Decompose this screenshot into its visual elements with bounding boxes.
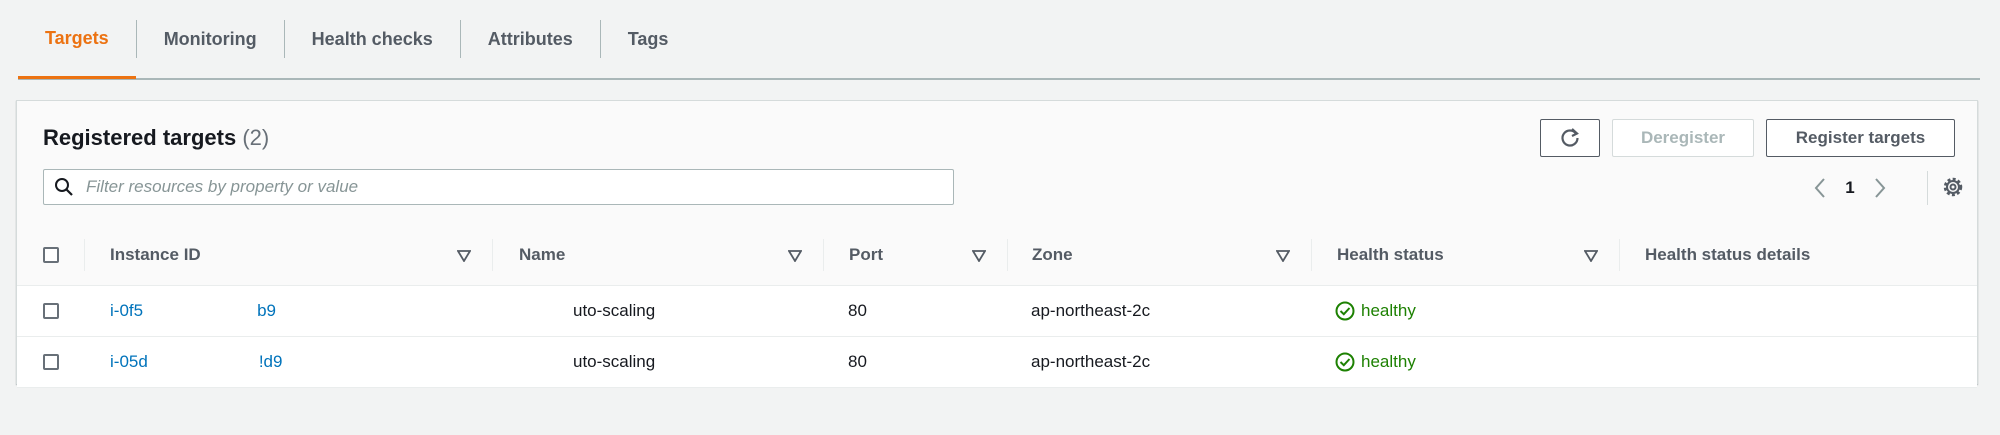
instance-id-start[interactable]: i-0f5 bbox=[110, 301, 143, 321]
check-circle-icon bbox=[1335, 352, 1355, 372]
column-label: Name bbox=[519, 245, 566, 264]
filter-input[interactable] bbox=[84, 176, 938, 198]
deregister-button[interactable]: Deregister bbox=[1612, 119, 1754, 157]
instance-id-start[interactable]: i-05d bbox=[110, 352, 148, 372]
health-status-text: healthy bbox=[1361, 301, 1416, 320]
health-status-text: healthy bbox=[1361, 352, 1416, 371]
instance-id-link[interactable]: i-0f5 b9 bbox=[110, 286, 276, 336]
select-all-checkbox[interactable] bbox=[43, 247, 59, 263]
panel-header: Registered targets (2) Deregister Regist… bbox=[17, 101, 1977, 226]
target-port: 80 bbox=[848, 352, 867, 371]
sort-icon[interactable] bbox=[971, 247, 987, 267]
column-header-health-status[interactable]: Health status bbox=[1312, 225, 1618, 285]
sort-icon[interactable] bbox=[787, 247, 803, 267]
search-icon bbox=[44, 177, 84, 197]
target-count: (2) bbox=[242, 125, 270, 150]
refresh-icon bbox=[1561, 128, 1579, 147]
row-checkbox[interactable] bbox=[43, 303, 59, 319]
tab-bar: Targets Monitoring Health checks Attribu… bbox=[18, 0, 1980, 80]
target-name: uto-scaling bbox=[573, 301, 656, 320]
column-label: Health status bbox=[1337, 245, 1444, 264]
target-name: uto-scaling bbox=[573, 352, 656, 371]
sort-icon[interactable] bbox=[1583, 247, 1599, 267]
current-page[interactable]: 1 bbox=[1835, 178, 1865, 198]
pagination: 1 bbox=[1805, 171, 1895, 205]
sort-icon[interactable] bbox=[1275, 247, 1291, 267]
health-status: healthy bbox=[1335, 337, 1416, 387]
tab-tags[interactable]: Tags bbox=[601, 0, 696, 78]
column-header-port[interactable]: Port bbox=[824, 225, 1006, 285]
column-label: Instance ID bbox=[110, 245, 201, 264]
column-label: Port bbox=[849, 245, 883, 264]
refresh-button[interactable] bbox=[1540, 119, 1600, 157]
target-port: 80 bbox=[848, 301, 867, 320]
column-label: Health status details bbox=[1645, 245, 1811, 264]
column-label: Zone bbox=[1032, 245, 1073, 264]
check-circle-icon bbox=[1335, 301, 1355, 321]
column-header-zone[interactable]: Zone bbox=[1008, 225, 1310, 285]
registered-targets-panel: Registered targets (2) Deregister Regist… bbox=[16, 100, 1978, 388]
gear-icon[interactable] bbox=[1941, 175, 1965, 204]
row-checkbox[interactable] bbox=[43, 354, 59, 370]
instance-id-link[interactable]: i-05d !d9 bbox=[110, 337, 282, 387]
redaction-overlay bbox=[267, 263, 547, 435]
register-targets-button[interactable]: Register targets bbox=[1766, 119, 1955, 157]
tab-health-checks[interactable]: Health checks bbox=[285, 0, 460, 78]
health-status: healthy bbox=[1335, 286, 1416, 336]
panel-title-text: Registered targets bbox=[43, 125, 237, 150]
panel-title: Registered targets (2) bbox=[43, 125, 269, 151]
target-zone: ap-northeast-2c bbox=[1031, 301, 1151, 320]
next-page-icon[interactable] bbox=[1865, 177, 1895, 199]
previous-page-icon[interactable] bbox=[1805, 177, 1835, 199]
column-header-health-status-details[interactable]: Health status details bbox=[1620, 225, 1977, 285]
target-zone: ap-northeast-2c bbox=[1031, 352, 1151, 371]
pagination-divider bbox=[1927, 171, 1928, 205]
tab-monitoring[interactable]: Monitoring bbox=[137, 0, 284, 78]
tab-targets[interactable]: Targets bbox=[18, 1, 136, 79]
tab-attributes[interactable]: Attributes bbox=[461, 0, 600, 78]
filter-search-box[interactable] bbox=[43, 169, 954, 205]
